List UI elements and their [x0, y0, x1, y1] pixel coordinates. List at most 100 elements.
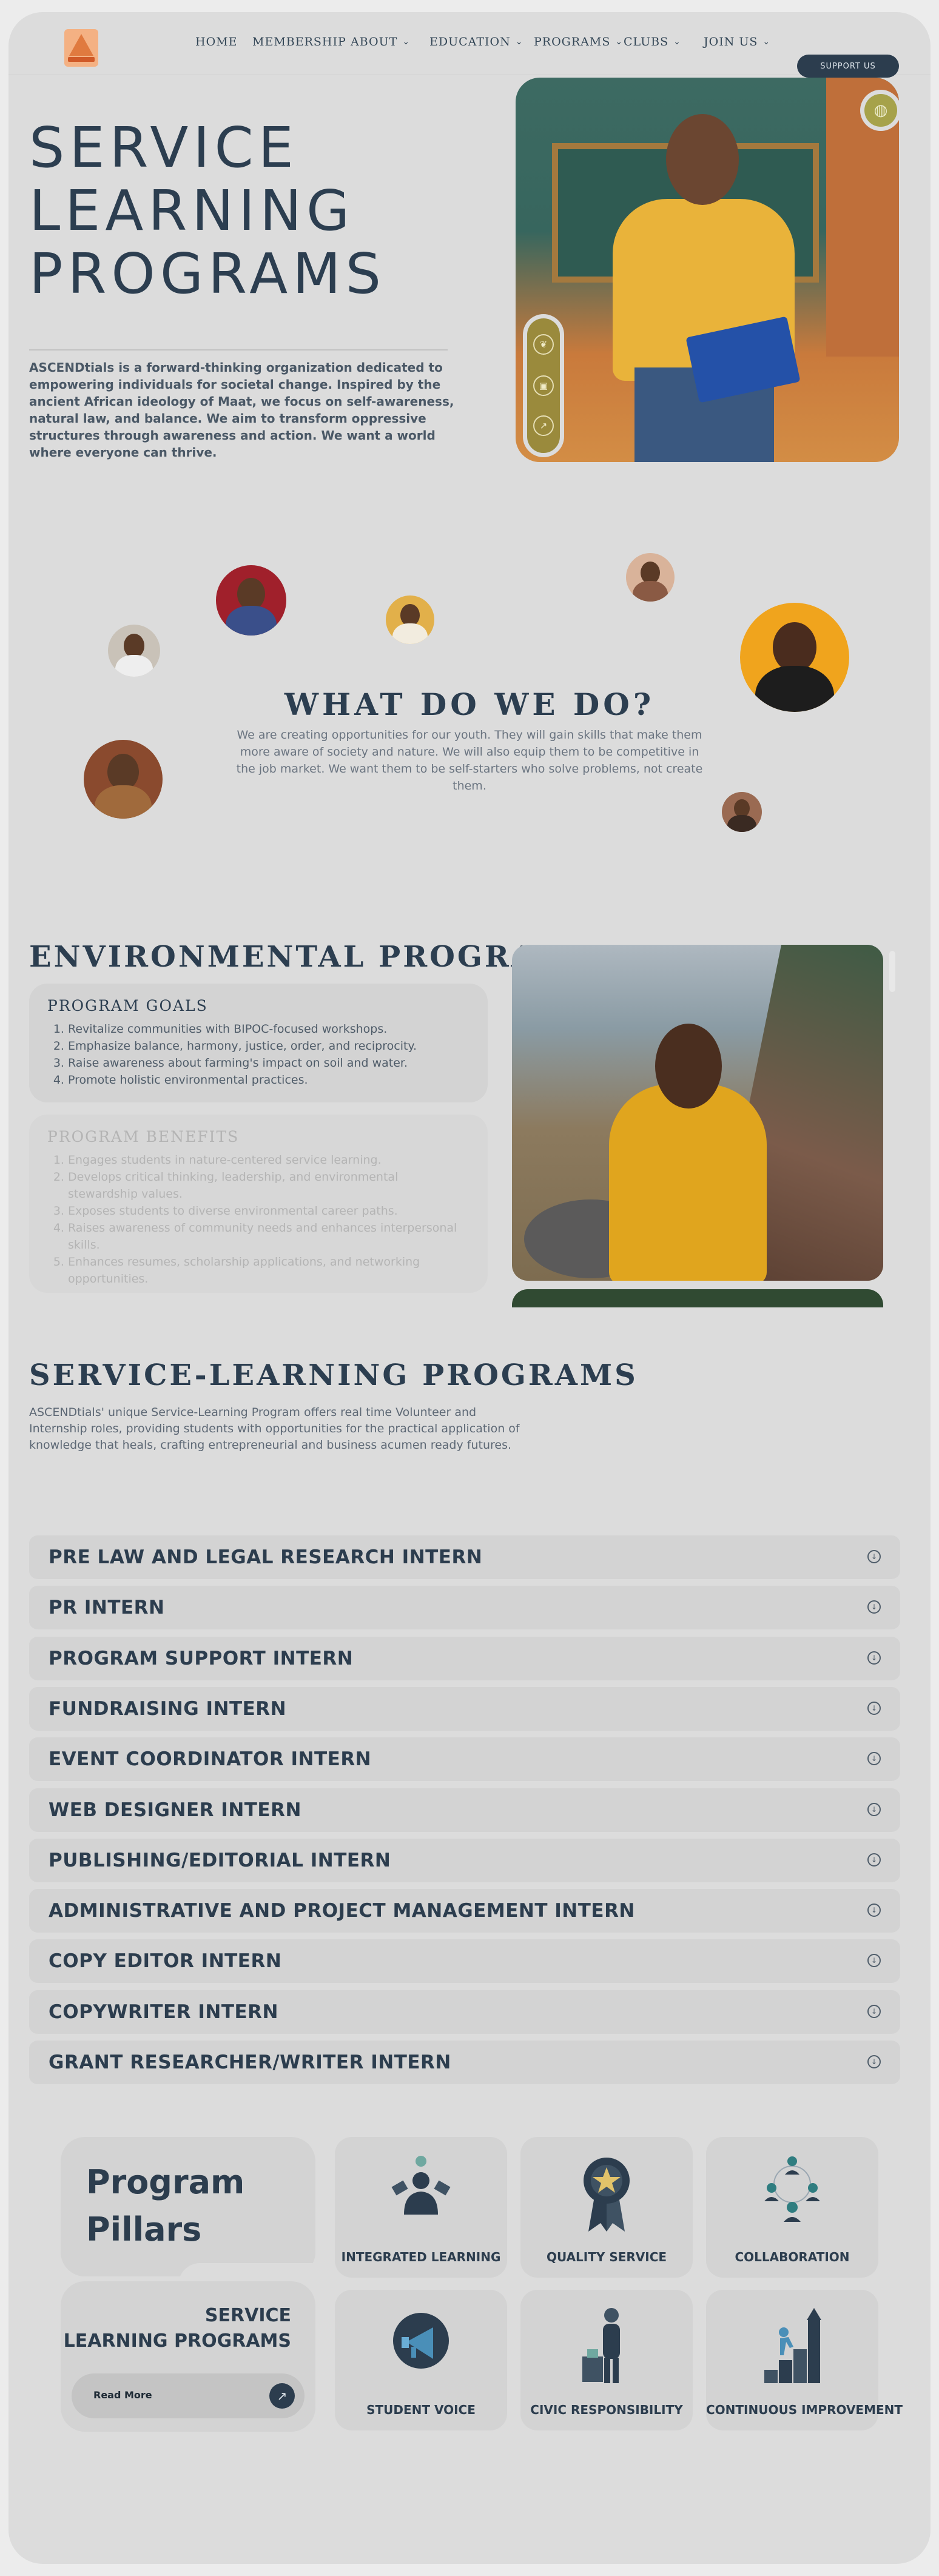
leaf-icon[interactable]: ❦ — [533, 334, 554, 355]
expand-down-icon[interactable]: ↓ — [867, 2055, 881, 2068]
program-goals-title: PROGRAM GOALS — [47, 997, 208, 1015]
nav-label: JOIN US — [704, 35, 758, 49]
portrait-bubble — [626, 553, 675, 602]
portrait-bubble — [722, 792, 762, 832]
hero-title-line: PROGRAMS — [29, 241, 386, 306]
pillar-student-voice: STUDENT VOICE — [335, 2290, 507, 2430]
pillar-quality-service: QUALITY SERVICE — [520, 2137, 693, 2278]
nav-item-home[interactable]: HOME — [195, 35, 237, 49]
pillars-title-line: Pillars — [86, 2210, 202, 2249]
pillar-civic-responsibility: CIVIC RESPONSIBILITY — [520, 2290, 693, 2430]
page-frame: HOME MEMBERSHIP ABOUT ⌄ EDUCATION ⌄ PROGRA… — [8, 12, 931, 2564]
chevron-down-icon: ⌄ — [762, 37, 771, 47]
internship-accordion-item[interactable]: PR INTERN ↓ — [29, 1586, 900, 1629]
megaphone-icon — [393, 2313, 449, 2369]
pillar-collaboration: COLLABORATION — [706, 2137, 878, 2278]
list-item: Revitalize communities with BIPOC-focuse… — [68, 1021, 470, 1038]
portrait-bubble — [216, 565, 286, 636]
pillar-label: CONTINUOUS IMPROVEMENT — [706, 2403, 903, 2417]
internship-title: PROGRAM SUPPORT INTERN — [49, 1648, 354, 1669]
portrait-bubble — [108, 625, 160, 677]
what-we-do-text: We are creating opportunities for our yo… — [236, 728, 703, 793]
portrait-body — [633, 581, 668, 602]
expand-down-icon[interactable]: ↓ — [867, 2005, 881, 2018]
list-item: Raises awareness of community needs and … — [68, 1219, 470, 1253]
program-pillars-title: Program Pillars — [86, 2159, 244, 2253]
expand-down-icon[interactable]: ↓ — [867, 1651, 881, 1665]
expand-down-icon[interactable]: ↓ — [867, 1550, 881, 1563]
read-more-button[interactable]: Read More ↗ — [72, 2373, 305, 2418]
pillar-continuous-improvement: CONTINUOUS IMPROVEMENT — [706, 2290, 903, 2430]
bus-icon[interactable]: ▣ — [533, 375, 554, 396]
expand-down-icon[interactable]: ↓ — [867, 1853, 881, 1867]
pillar-label: QUALITY SERVICE — [546, 2250, 667, 2264]
portrait-bubble — [84, 740, 163, 819]
portrait-face — [237, 577, 266, 611]
integrated-learning-icon — [391, 2156, 451, 2215]
support-us-button[interactable]: SUPPORT US — [797, 55, 899, 78]
service-learning-description: ASCENDtials' unique Service-Learning Pro… — [29, 1406, 520, 1452]
internship-accordion-item[interactable]: PRE LAW AND LEGAL RESEARCH INTERN ↓ — [29, 1535, 900, 1579]
internship-title: WEB DESIGNER INTERN — [49, 1799, 301, 1821]
service-learning-card-title: SERVICE LEARNING PROGRAMS — [64, 2303, 291, 2354]
globe-icon: ◍ — [864, 94, 897, 127]
chevron-down-icon: ⌄ — [515, 37, 523, 47]
expand-down-icon[interactable]: ↓ — [867, 1954, 881, 1967]
portrait-body — [95, 785, 152, 819]
list-item: Engages students in nature-centered serv… — [68, 1152, 470, 1169]
pillar-label: INTEGRATED LEARNING — [341, 2250, 501, 2264]
internship-accordion-item[interactable]: PUBLISHING/EDITORIAL INTERN ↓ — [29, 1839, 900, 1882]
nav-item-education[interactable]: EDUCATION ⌄ — [429, 35, 523, 49]
what-we-do-title: WHAT DO WE DO? — [284, 686, 655, 722]
internship-title: PUBLISHING/EDITORIAL INTERN — [49, 1850, 391, 1871]
expand-down-icon[interactable]: ↓ — [867, 1903, 881, 1917]
arrow-up-right-icon[interactable]: ↗ — [533, 415, 554, 436]
carousel-scrollbar[interactable] — [889, 951, 895, 992]
expand-down-icon[interactable]: ↓ — [867, 1600, 881, 1614]
internship-title: PRE LAW AND LEGAL RESEARCH INTERN — [49, 1546, 483, 1568]
site-logo[interactable] — [64, 29, 98, 67]
internship-accordion-item[interactable]: FUNDRAISING INTERN ↓ — [29, 1687, 900, 1731]
hero-title-line: SERVICE — [29, 115, 298, 180]
nav-label: ABOUT — [351, 35, 398, 49]
internship-title: GRANT RESEARCHER/WRITER INTERN — [49, 2051, 451, 2073]
sl-card-line: SERVICE — [204, 2305, 291, 2326]
chevron-down-icon: ⌄ — [402, 37, 411, 47]
internship-accordion-item[interactable]: GRANT RESEARCHER/WRITER INTERN ↓ — [29, 2041, 900, 2084]
hero-title-line: LEARNING — [29, 178, 355, 243]
expand-down-icon[interactable]: ↓ — [867, 1803, 881, 1816]
nav-item-programs[interactable]: PROGRAMS ⌄ — [534, 35, 623, 49]
pillar-label: STUDENT VOICE — [366, 2403, 476, 2417]
top-navigation: HOME MEMBERSHIP ABOUT ⌄ EDUCATION ⌄ PROGRA… — [8, 12, 931, 78]
expand-down-icon[interactable]: ↓ — [867, 1702, 881, 1715]
pillars-title-line: Program — [86, 2163, 245, 2201]
nav-label: MEMBERSHIP — [252, 35, 346, 49]
nav-label: EDUCATION — [429, 35, 511, 49]
nav-item-about[interactable]: ABOUT ⌄ — [351, 35, 410, 49]
list-item: Raise awareness about farming's impact o… — [68, 1055, 470, 1072]
portrait-body — [115, 654, 153, 677]
internship-accordion-item[interactable]: ADMINISTRATIVE AND PROJECT MANAGEMENT IN… — [29, 1889, 900, 1933]
nav-item-membership[interactable]: MEMBERSHIP — [252, 35, 346, 49]
nav-label: HOME — [195, 35, 238, 49]
nav-item-clubs[interactable]: CLUBS ⌄ — [624, 35, 681, 49]
next-slide-preview[interactable] — [512, 1289, 883, 1307]
internship-title: COPY EDITOR INTERN — [49, 1950, 282, 1972]
collaboration-icon — [764, 2156, 820, 2222]
portrait-body — [226, 606, 277, 636]
read-more-label: Read More — [93, 2389, 152, 2401]
internship-title: EVENT COORDINATOR INTERN — [49, 1748, 372, 1770]
nav-item-join-us[interactable]: JOIN US ⌄ — [704, 35, 770, 49]
internship-accordion-item[interactable]: PROGRAM SUPPORT INTERN ↓ — [29, 1637, 900, 1680]
internship-accordion-item[interactable]: WEB DESIGNER INTERN ↓ — [29, 1788, 900, 1832]
internship-accordion-item[interactable]: COPY EDITOR INTERN ↓ — [29, 1939, 900, 1983]
list-item: Promote holistic environmental practices… — [68, 1072, 470, 1088]
expand-down-icon[interactable]: ↓ — [867, 1752, 881, 1765]
volunteer-head — [655, 1024, 722, 1109]
list-item: Exposes students to diverse environmenta… — [68, 1202, 470, 1219]
internship-accordion-item[interactable]: COPYWRITER INTERN ↓ — [29, 1990, 900, 2034]
service-learning-card: SERVICE LEARNING PROGRAMS Read More ↗ — [61, 2281, 315, 2432]
internship-accordion-item[interactable]: EVENT COORDINATOR INTERN ↓ — [29, 1737, 900, 1781]
hero-title: SERVICE LEARNING PROGRAMS — [29, 116, 386, 306]
globe-button[interactable]: ◍ — [860, 90, 901, 131]
